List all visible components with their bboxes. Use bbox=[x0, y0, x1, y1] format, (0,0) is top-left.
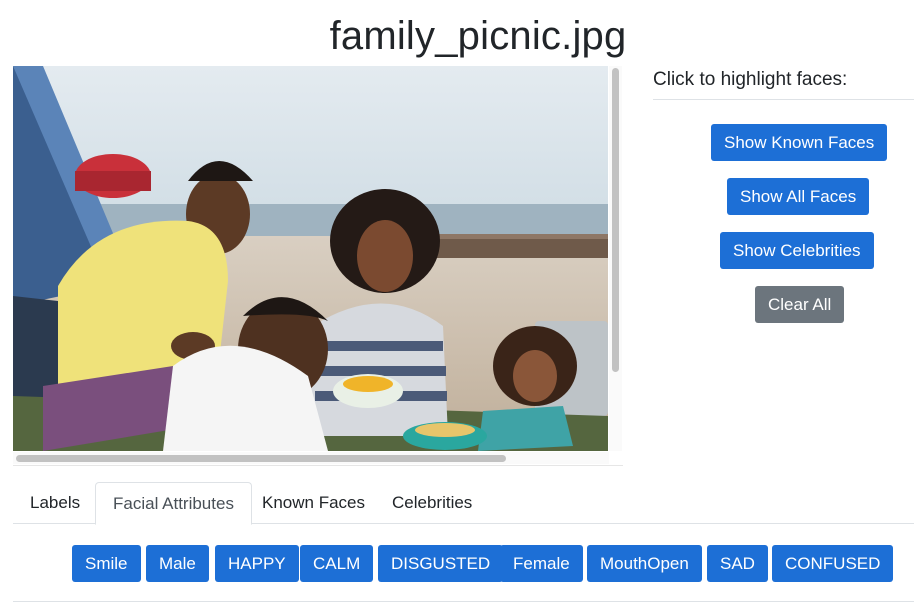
attribute-tag-female[interactable]: Female bbox=[500, 545, 583, 582]
facial-attribute-tags: Smile Male HAPPY CALM DISGUSTED Female M… bbox=[72, 545, 914, 582]
vertical-scroll-thumb[interactable] bbox=[612, 68, 619, 372]
attribute-tag-disgusted[interactable]: DISGUSTED bbox=[378, 545, 504, 582]
image-viewer[interactable] bbox=[13, 66, 623, 466]
clear-all-button[interactable]: Clear All bbox=[755, 286, 845, 323]
panel-heading: Click to highlight faces: bbox=[653, 66, 914, 100]
attribute-tag-smile[interactable]: Smile bbox=[72, 545, 141, 582]
tab-celebrities[interactable]: Celebrities bbox=[375, 482, 489, 524]
horizontal-scroll-thumb[interactable] bbox=[16, 455, 506, 462]
show-celebrities-button[interactable]: Show Celebrities bbox=[720, 232, 874, 269]
attribute-tag-mouthopen[interactable]: MouthOpen bbox=[587, 545, 702, 582]
tab-known-faces[interactable]: Known Faces bbox=[245, 482, 382, 524]
attribute-tag-calm[interactable]: CALM bbox=[300, 545, 374, 582]
photo-illustration bbox=[13, 66, 608, 451]
show-all-faces-button[interactable]: Show All Faces bbox=[727, 178, 870, 215]
face-highlight-panel: Click to highlight faces: bbox=[653, 66, 914, 100]
tab-labels[interactable]: Labels bbox=[13, 482, 97, 524]
show-known-faces-button[interactable]: Show Known Faces bbox=[711, 124, 888, 161]
results-tabs: Labels Facial Attributes Known Faces Cel… bbox=[13, 482, 914, 525]
divider bbox=[13, 601, 914, 602]
tab-facial-attributes[interactable]: Facial Attributes bbox=[95, 482, 252, 525]
attribute-tag-male[interactable]: Male bbox=[146, 545, 209, 582]
page-title: family_picnic.jpg bbox=[329, 14, 627, 58]
attribute-tag-sad[interactable]: SAD bbox=[707, 545, 768, 582]
attribute-tag-confused[interactable]: CONFUSED bbox=[772, 545, 894, 582]
family-photo[interactable] bbox=[13, 66, 608, 451]
attribute-tag-happy[interactable]: HAPPY bbox=[215, 545, 299, 582]
